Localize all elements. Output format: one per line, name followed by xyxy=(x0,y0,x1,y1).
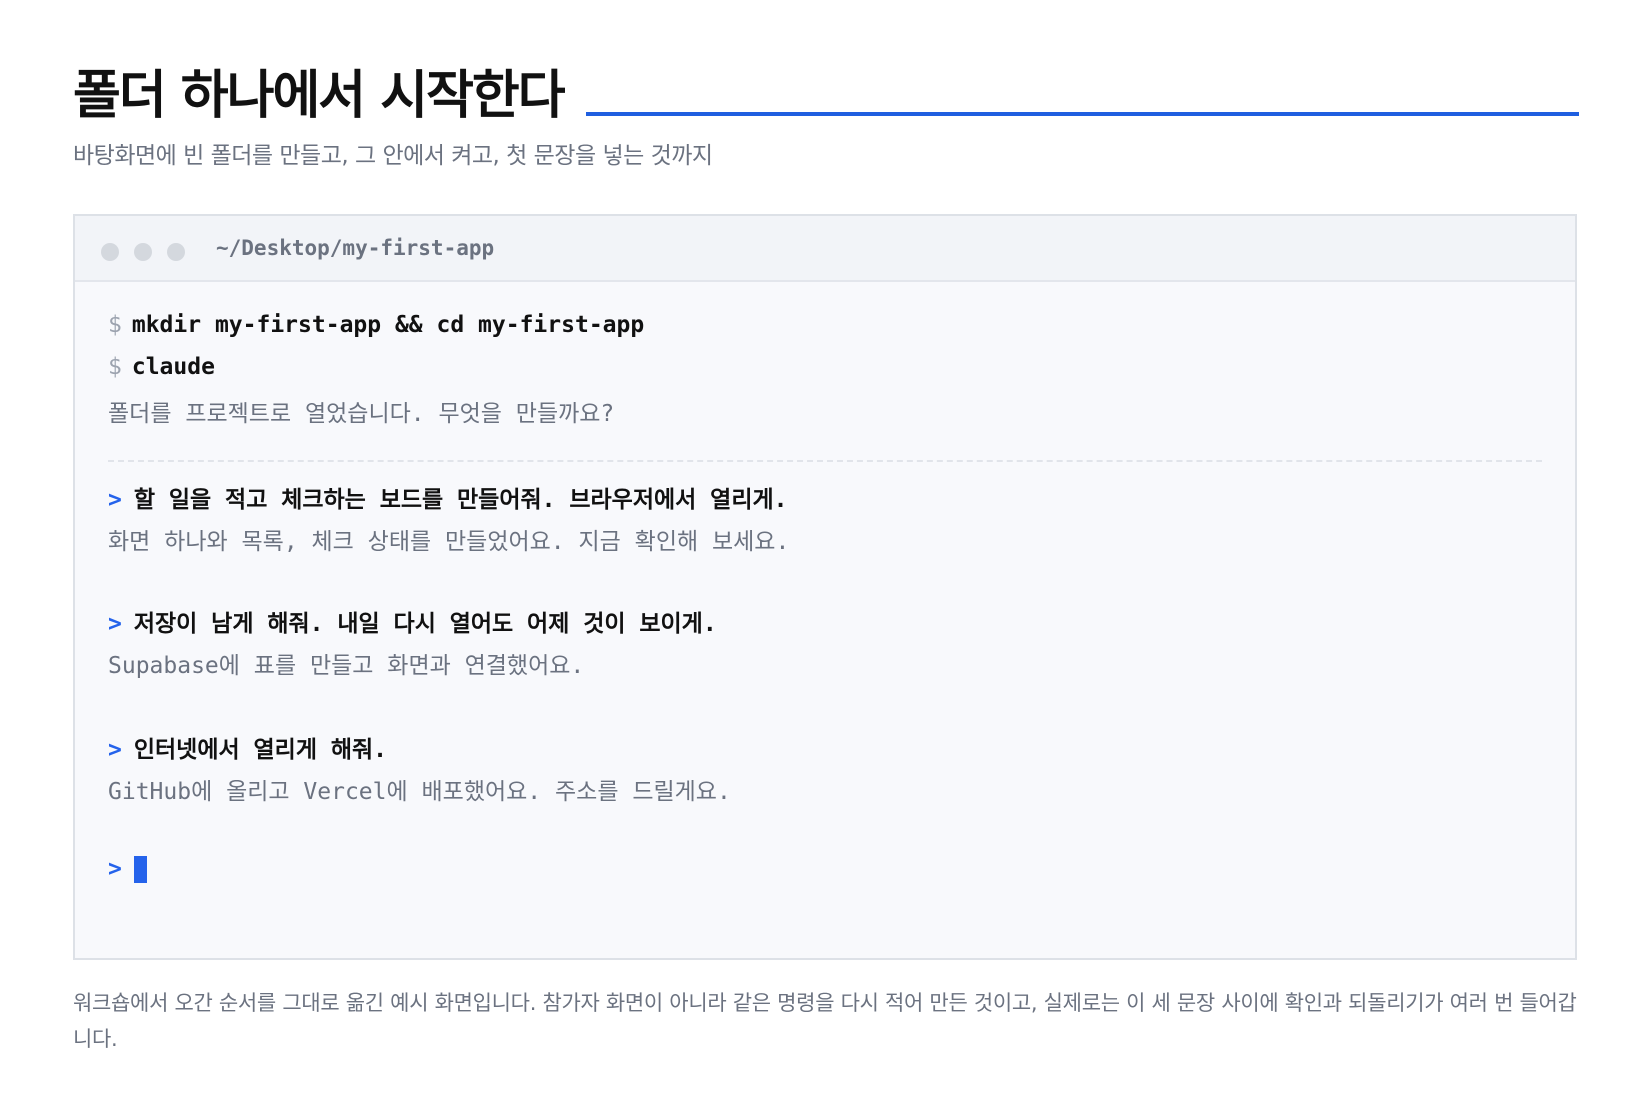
prompt-symbol: > xyxy=(108,737,122,763)
page-caption: 워크숍에서 오간 순서를 그대로 옮긴 예시 화면입니다. 참가자 화면이 아니… xyxy=(73,991,1577,1051)
user-message: > 저장이 남게 해줘. 내일 다시 열어도 어제 것이 보이게. xyxy=(108,604,717,638)
user-message-text: 할 일을 적고 체크하는 보드를 만들어줘. 브라우저에서 열리게. xyxy=(133,487,788,513)
command-line: $ mkdir my-first-app && cd my-first-app xyxy=(108,312,644,338)
title-underline xyxy=(585,112,1579,116)
terminal-path: ~/Desktop/my-first-app xyxy=(216,236,495,260)
terminal-divider xyxy=(108,460,1542,462)
window-close-dot xyxy=(101,243,119,261)
dollar-prompt: $ xyxy=(108,354,122,380)
title-row: 폴더 하나에서 시작한다 xyxy=(73,64,1579,128)
prompt-symbol: > xyxy=(108,611,122,637)
terminal-window: ~/Desktop/my-first-app $ mkdir my-first-a… xyxy=(73,214,1577,960)
prompt-symbol: > xyxy=(108,487,122,513)
user-message-text: 저장이 남게 해줘. 내일 다시 열어도 어제 것이 보이게. xyxy=(133,611,717,637)
dollar-prompt: $ xyxy=(108,312,122,338)
user-message-text: 인터넷에서 열리게 해줘. xyxy=(133,737,388,763)
page-title: 폴더 하나에서 시작한다 xyxy=(73,66,566,126)
prompt-symbol: > xyxy=(108,856,122,882)
user-message: > 인터넷에서 열리게 해줘. xyxy=(108,730,387,764)
text-cursor[interactable] xyxy=(133,856,147,883)
window-maximize-dot xyxy=(167,243,185,261)
assistant-response: Supabase에 표를 만들고 화면과 연결했어요. xyxy=(108,653,585,679)
assistant-response: 화면 하나와 목록, 체크 상태를 만들었어요. 지금 확인해 보세요. xyxy=(108,529,790,555)
assistant-response: GitHub에 올리고 Vercel에 배포했어요. 주소를 드릴게요. xyxy=(108,779,731,805)
user-message: > 할 일을 적고 체크하는 보드를 만들어줘. 브라우저에서 열리게. xyxy=(108,480,787,514)
page-subtitle: 바탕화면에 빈 폴더를 만들고, 그 안에서 켜고, 첫 문장을 넣는 것까지 xyxy=(73,143,713,169)
command-text: mkdir my-first-app && cd my-first-app xyxy=(131,312,645,338)
window-minimize-dot xyxy=(134,243,152,261)
input-line[interactable]: > xyxy=(108,856,147,883)
command-text: claude xyxy=(131,354,215,380)
page-header: 폴더 하나에서 시작한다 바탕화면에 빈 폴더를 만들고, 그 안에서 켜고, … xyxy=(73,64,1579,170)
command-line: $ claude xyxy=(108,354,215,380)
init-response: 폴더를 프로젝트로 열었습니다. 무엇을 만들까요? xyxy=(108,401,615,427)
terminal-titlebar: ~/Desktop/my-first-app xyxy=(75,216,1575,282)
